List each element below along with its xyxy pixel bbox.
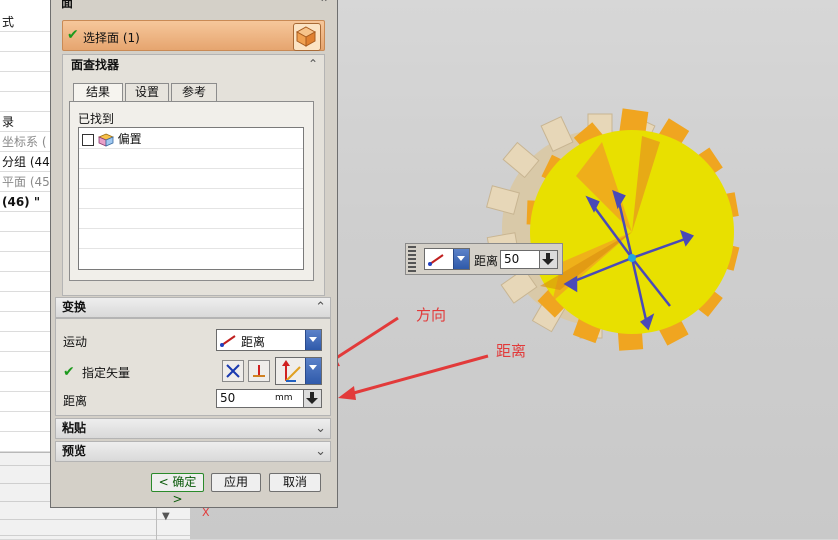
navigator-row[interactable]	[0, 272, 51, 292]
chevron-down-icon[interactable]	[453, 249, 469, 269]
apply-button[interactable]: 应用	[211, 473, 261, 492]
float-distance-label: 距离	[474, 254, 499, 268]
reverse-direction-icon	[226, 364, 240, 378]
dialog-title: 面	[61, 0, 74, 10]
distance-label: 距离	[63, 394, 88, 408]
annotation-direction: 方向	[416, 306, 447, 324]
navigator-row[interactable]	[0, 92, 51, 112]
chevron-down-icon[interactable]: ▼	[162, 511, 170, 522]
chevron-down-icon[interactable]	[305, 330, 321, 350]
navigator-row[interactable]	[0, 72, 51, 92]
navigator-row[interactable]: 坐标系 (	[0, 132, 51, 152]
item-checkbox[interactable]	[82, 133, 94, 146]
chevron-down-icon[interactable]: ⌄	[315, 442, 326, 461]
navigator-row[interactable]	[0, 352, 51, 372]
navigator-row[interactable]: (46) "	[0, 192, 51, 212]
close-section-icon[interactable]: ⌃	[319, 0, 329, 10]
navigator-row[interactable]	[0, 412, 51, 432]
navigator-row[interactable]: 平面 (45	[0, 172, 51, 192]
navigator-row[interactable]	[0, 432, 51, 452]
navigator-row[interactable]: 式	[0, 12, 51, 32]
transform-section-header[interactable]: 变换 ⌃	[55, 297, 331, 318]
select-face-row[interactable]: ✔ 选择面 (1)	[62, 20, 325, 51]
navigator-row[interactable]	[0, 392, 51, 412]
motion-value: 距离	[241, 335, 266, 349]
ok-button[interactable]: < 确定 >	[151, 473, 204, 506]
annotation-distance: 距离	[496, 342, 527, 360]
distance-value[interactable]: 50	[220, 391, 235, 405]
preview-section-header[interactable]: 预览 ⌄	[55, 441, 331, 462]
found-label: 已找到	[78, 112, 115, 126]
float-motion-dropdown[interactable]	[424, 248, 470, 270]
face-finder-header[interactable]: 面查找器 ⌃	[63, 55, 324, 75]
checkmark-icon: ✔	[67, 27, 79, 43]
navigator-row[interactable]	[0, 372, 51, 392]
navigator-row[interactable]: 分组 (44	[0, 152, 51, 172]
navigator-row[interactable]	[0, 292, 51, 312]
list-item[interactable]: 偏置	[82, 131, 142, 147]
vector-inferred-icon	[253, 365, 265, 377]
tab-reference[interactable]: 参考	[171, 83, 217, 101]
chevron-up-icon[interactable]: ⌃	[308, 54, 318, 74]
motion-dropdown[interactable]: 距离	[216, 329, 322, 351]
drag-handle-icon[interactable]	[408, 246, 416, 272]
navigator-row[interactable]	[0, 332, 51, 352]
navigator-row[interactable]	[0, 52, 51, 72]
navigator-row[interactable]	[0, 312, 51, 332]
down-arrow-icon	[542, 253, 554, 265]
select-face-cube-button[interactable]	[293, 23, 321, 51]
distance-motion-icon	[428, 254, 444, 266]
navigator-row[interactable]	[0, 32, 51, 52]
distance-unit: mm	[275, 393, 293, 403]
tab-settings[interactable]: 设置	[125, 83, 169, 101]
vector-constructor-icon	[282, 360, 301, 382]
float-distance-field[interactable]: 50	[500, 250, 558, 269]
distance-field[interactable]: 50 mm	[216, 389, 322, 408]
checkmark-icon: ✔	[63, 364, 75, 380]
floating-distance-toolbar[interactable]: 距离 50	[405, 243, 563, 275]
float-distance-menu-button[interactable]	[539, 251, 557, 268]
paste-section-header[interactable]: 粘贴 ⌄	[55, 418, 331, 439]
vector-dialog-dropdown[interactable]	[275, 357, 322, 385]
navigator-row[interactable]	[0, 232, 51, 252]
select-face-label: 选择面 (1)	[83, 31, 140, 45]
found-list[interactable]: 偏置	[78, 127, 304, 270]
motion-label: 运动	[63, 335, 88, 349]
down-arrow-icon	[306, 392, 318, 404]
navigator-row[interactable]	[0, 252, 51, 272]
cube-icon	[295, 26, 317, 47]
chevron-down-icon[interactable]	[305, 358, 321, 384]
chevron-down-icon[interactable]: ⌄	[315, 419, 326, 438]
chevron-up-icon[interactable]: ⌃	[315, 298, 326, 317]
specify-vector-label: 指定矢量	[82, 366, 131, 380]
vector-inferred-button[interactable]	[248, 360, 270, 382]
reverse-direction-button[interactable]	[222, 360, 244, 382]
navigator-row[interactable]: 录	[0, 112, 51, 132]
float-distance-value[interactable]: 50	[504, 252, 519, 266]
distance-menu-button[interactable]	[303, 390, 321, 407]
tab-results[interactable]: 结果	[73, 83, 123, 102]
navigator-row[interactable]	[0, 212, 51, 232]
item-label: 偏置	[117, 132, 142, 146]
cancel-button[interactable]: 取消	[269, 473, 321, 492]
offset-face-icon	[97, 133, 114, 147]
distance-motion-icon	[220, 335, 236, 347]
